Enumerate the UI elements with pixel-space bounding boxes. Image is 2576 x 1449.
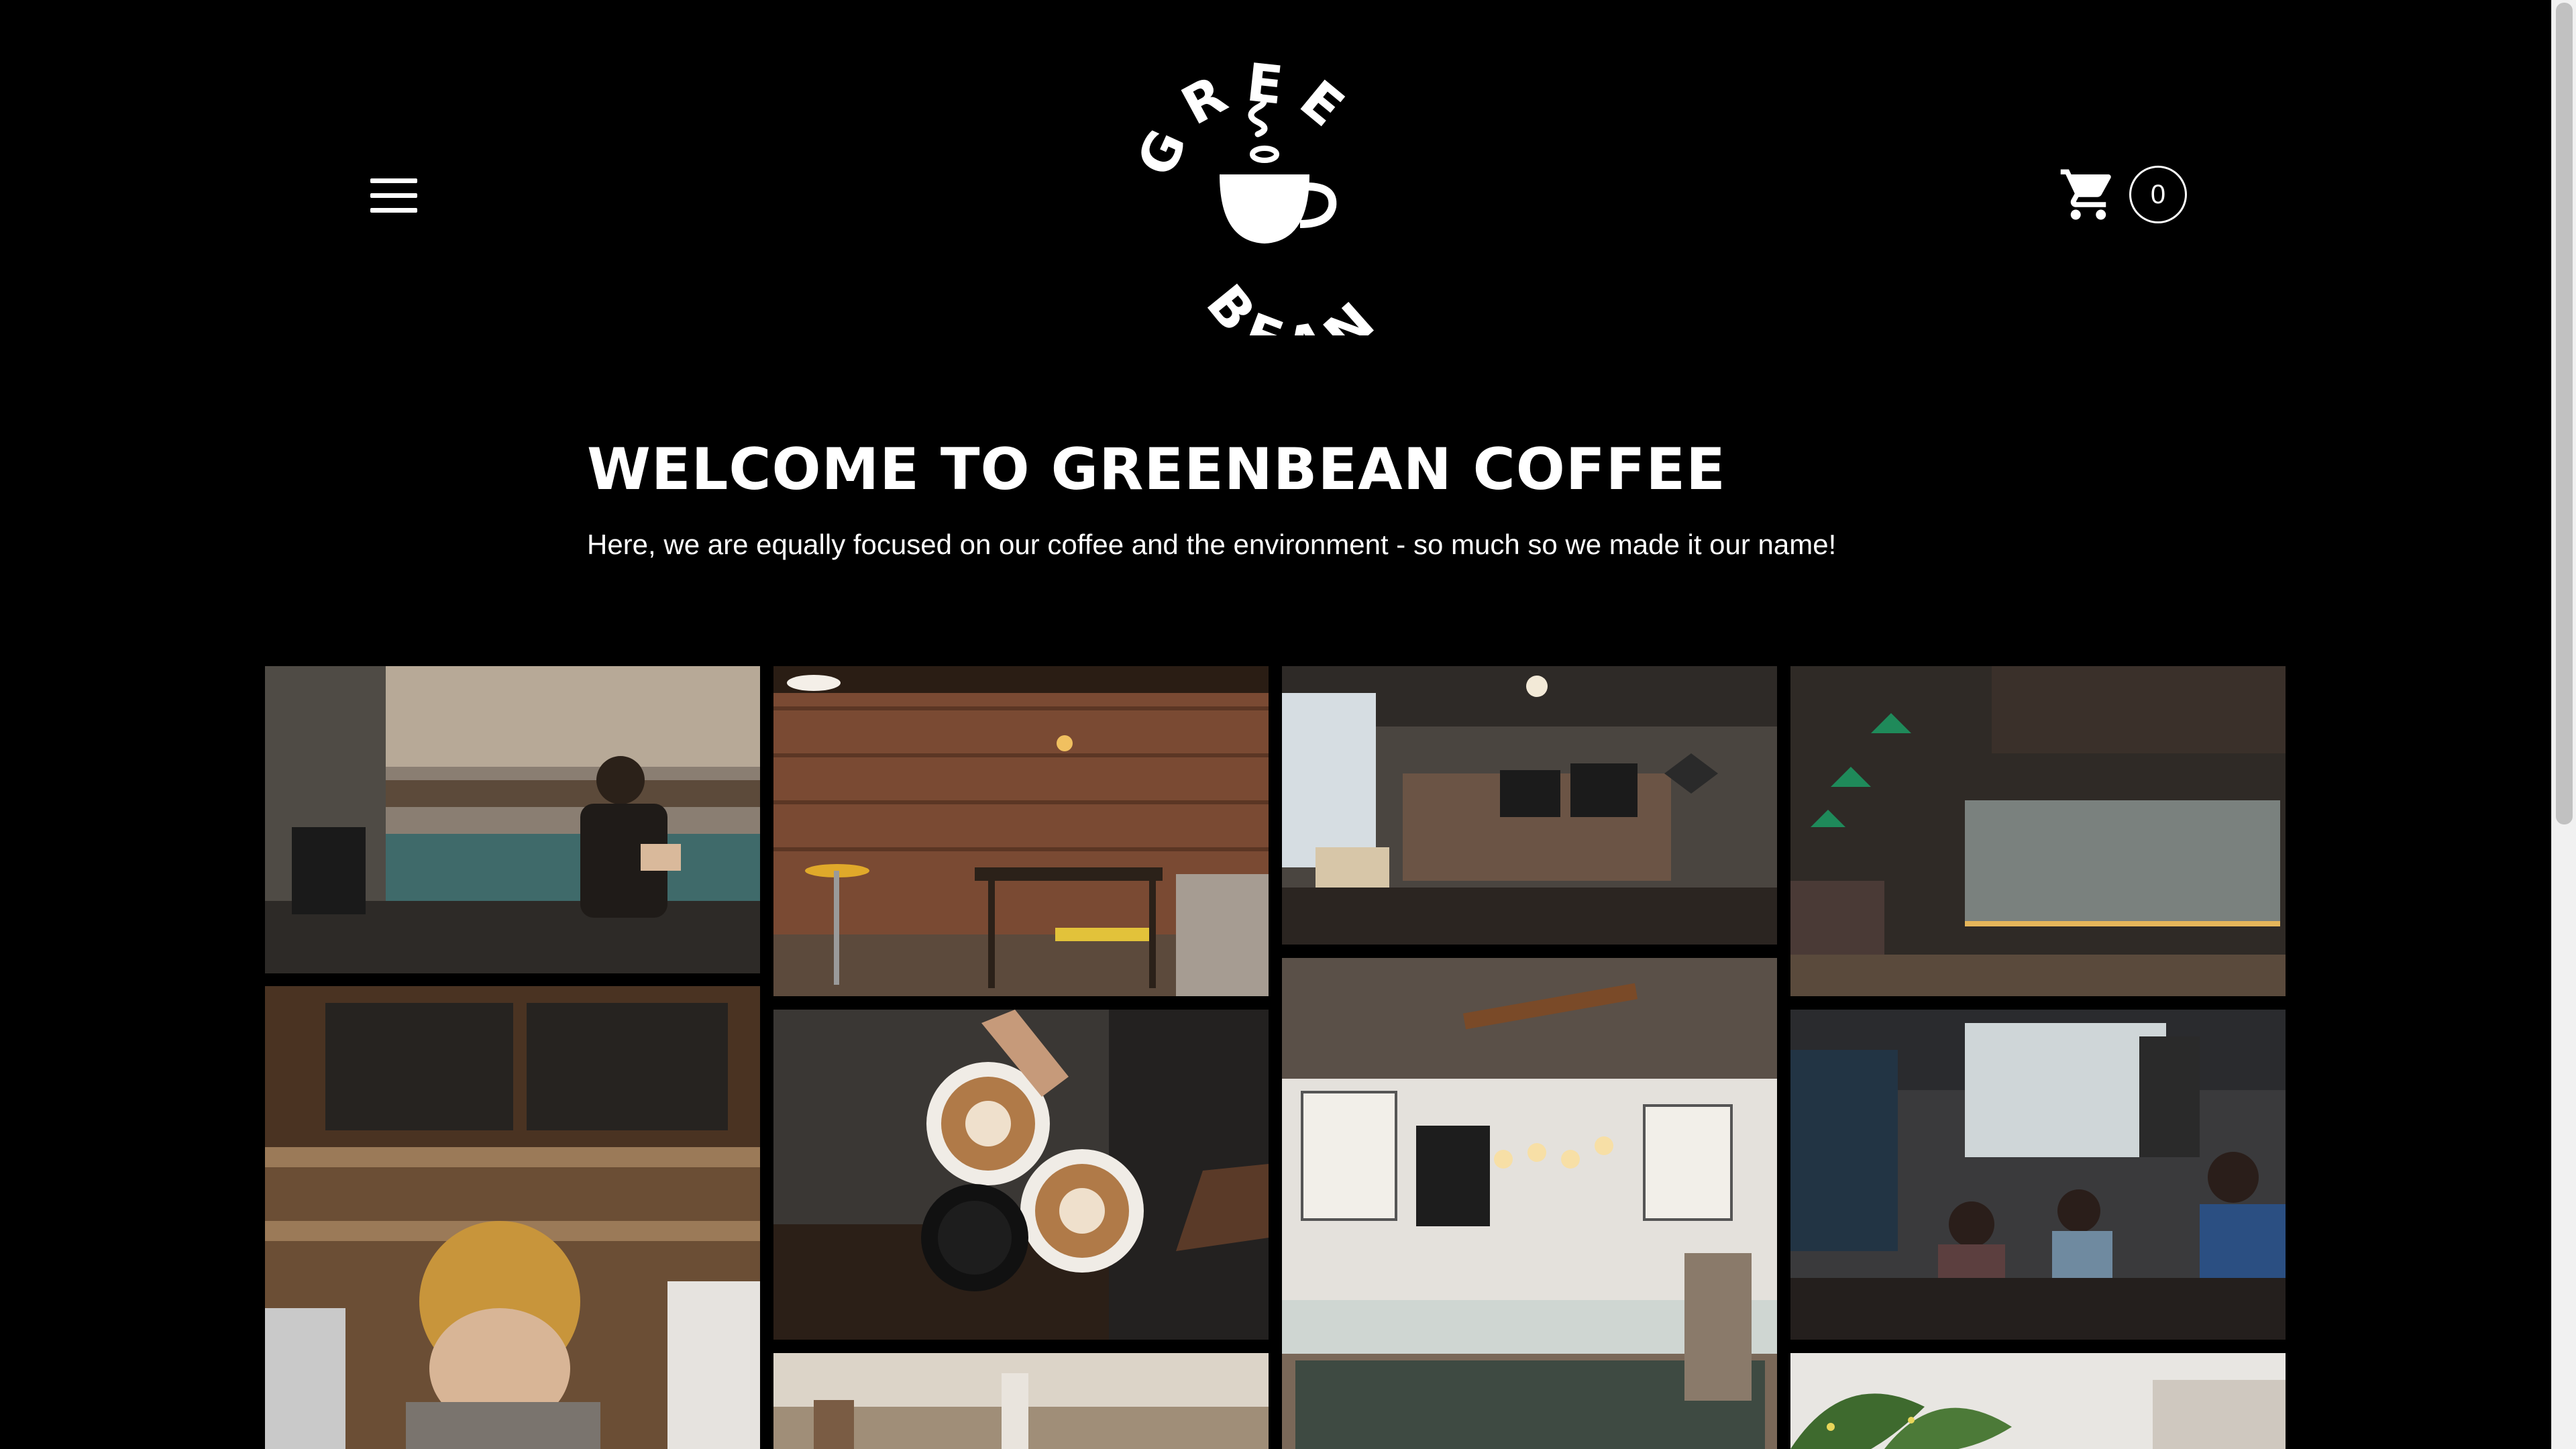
hamburger-menu-icon xyxy=(370,178,417,183)
welcome-subtitle: Here, we are equally focused on our coff… xyxy=(587,529,1837,560)
gallery-image-cafe-sign[interactable] xyxy=(1790,666,2286,996)
greenbean-logo[interactable]: GREEN BEAN xyxy=(1104,6,1402,378)
gallery-image xyxy=(1790,1353,2286,1449)
page-scrollbar[interactable] xyxy=(2551,0,2576,1449)
gallery-image-cafe-counter[interactable] xyxy=(1282,666,1777,945)
gallery-image-barista[interactable] xyxy=(265,666,760,973)
hamburger-line xyxy=(370,193,417,198)
page-title: WELCOME TO GREENBEAN COFFEE xyxy=(587,436,1726,503)
gallery-image xyxy=(773,666,1269,996)
gallery-image-plant[interactable] xyxy=(1790,1353,2286,1449)
cart-button[interactable]: 0 xyxy=(2058,164,2192,225)
scrollbar-thumb[interactable] xyxy=(2556,3,2573,824)
gallery-image-busy-cafe[interactable] xyxy=(1790,1010,2286,1340)
coffee-cup-logo-icon: GREEN BEAN xyxy=(1104,6,1397,378)
svg-text:BEAN: BEAN xyxy=(1195,274,1397,335)
gallery-image xyxy=(1790,666,2286,996)
gallery-image xyxy=(265,986,760,1449)
gallery-image xyxy=(1790,1010,2286,1340)
gallery-image xyxy=(1282,958,1777,1449)
gallery-image-brick-wall[interactable] xyxy=(773,666,1269,996)
gallery-image xyxy=(265,666,760,973)
gallery-image xyxy=(1282,666,1777,945)
gallery-image-blurred-cafe[interactable] xyxy=(773,1353,1269,1449)
gallery-image-latte-toast[interactable] xyxy=(773,1010,1269,1340)
menu-button[interactable] xyxy=(368,176,425,216)
hamburger-line xyxy=(370,208,417,213)
logo-text-bottom: BEAN xyxy=(1195,274,1383,378)
cart-count-badge: 0 xyxy=(2129,166,2187,223)
page: GREEN BEAN 0 WELCOME TO GREENBEAN COFFEE… xyxy=(0,0,2576,1449)
gallery-image xyxy=(773,1353,1269,1449)
gallery-image-bakery[interactable] xyxy=(1282,958,1777,1449)
gallery-image xyxy=(773,1010,1269,1340)
gallery-image-beanie-woman[interactable] xyxy=(265,986,760,1449)
welcome-section: WELCOME TO GREENBEAN COFFEE Here, we are… xyxy=(587,436,2197,561)
shopping-cart-icon xyxy=(2060,169,2111,220)
